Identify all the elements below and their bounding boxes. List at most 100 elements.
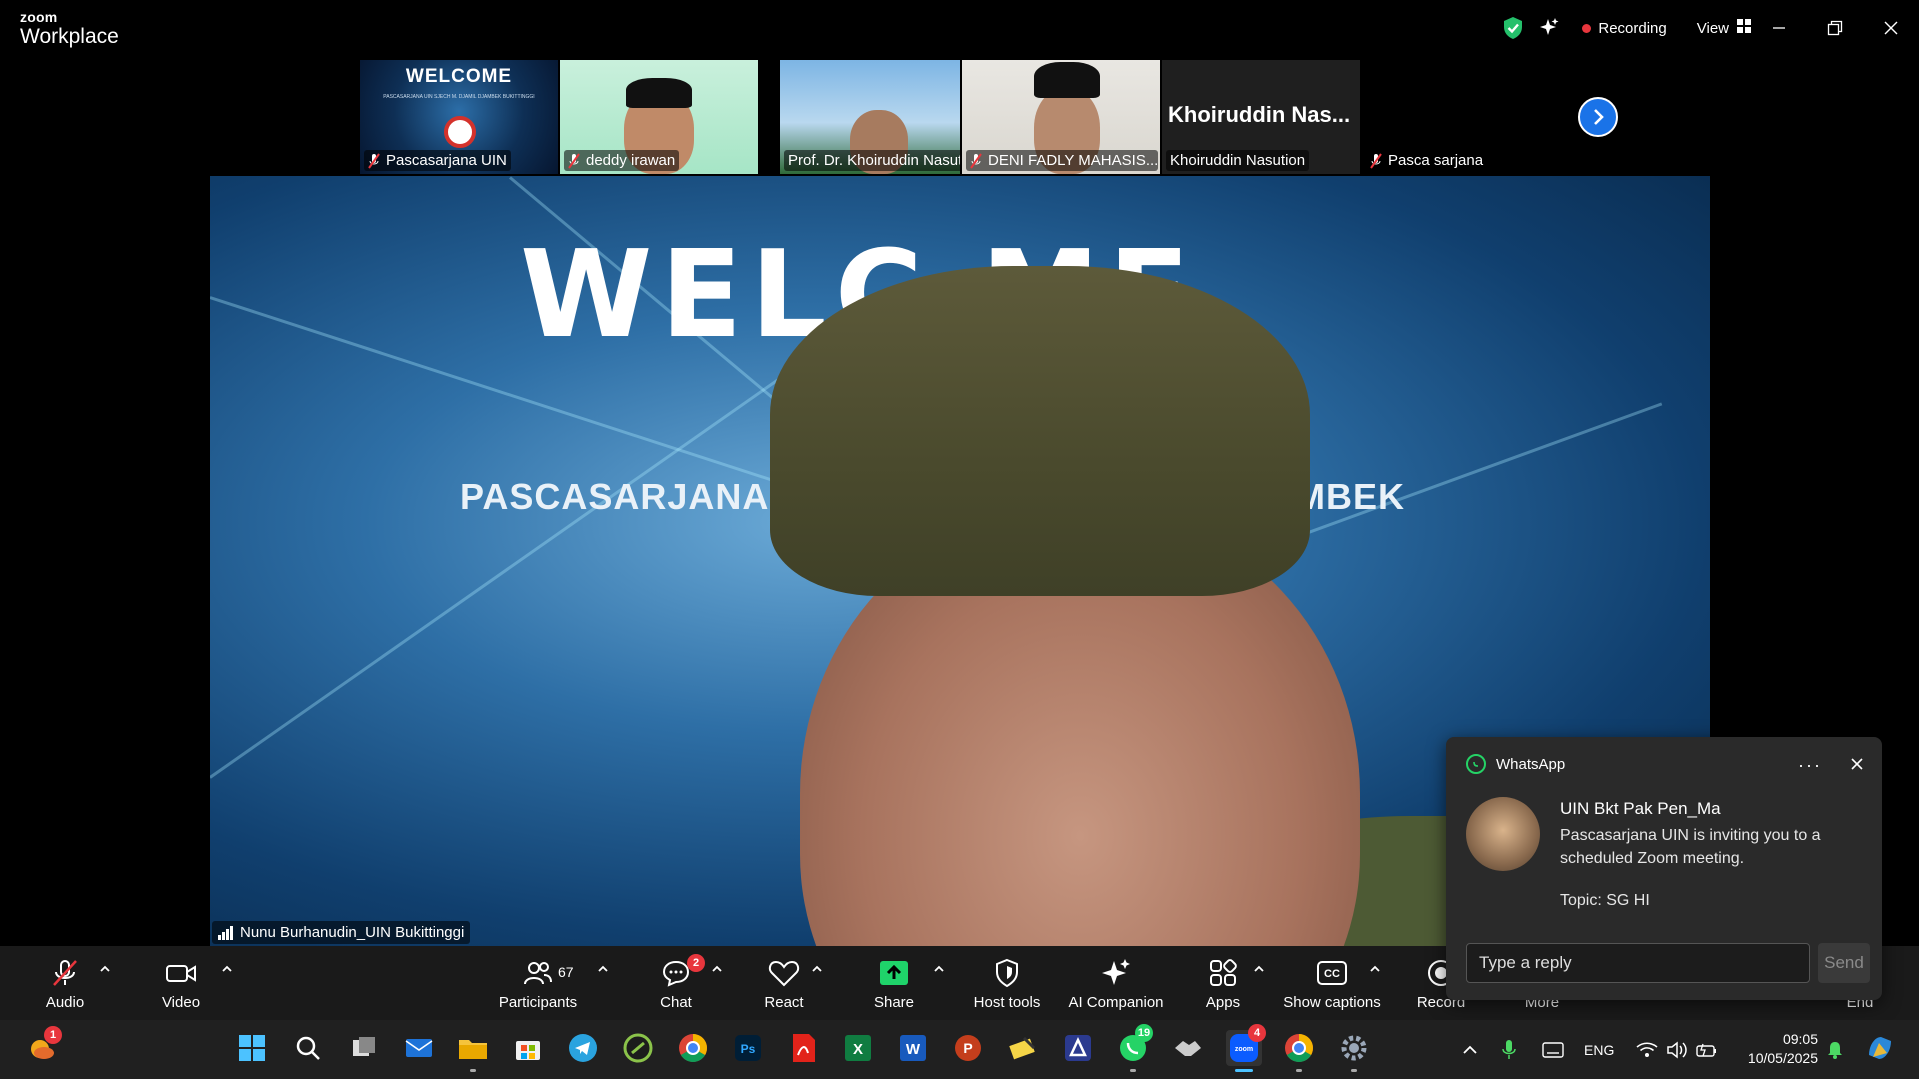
share-screen-icon xyxy=(878,956,910,990)
participant-avatar-text: Khoiruddin Nas... xyxy=(1168,102,1351,127)
participant-tile[interactable]: Pasca sarjana xyxy=(1362,60,1560,174)
weather-widget-icon[interactable]: 1 xyxy=(24,1026,62,1066)
share-button[interactable]: Share xyxy=(872,946,916,1020)
audio-label: Audio xyxy=(45,993,85,1011)
shield-check-icon[interactable] xyxy=(1498,13,1528,43)
svg-text:Ps: Ps xyxy=(741,1042,756,1056)
start-icon[interactable] xyxy=(234,1030,270,1066)
handshake-app-icon[interactable] xyxy=(1170,1030,1206,1066)
close-icon[interactable] xyxy=(1846,753,1868,775)
video-options-caret[interactable] xyxy=(220,962,234,976)
send-button[interactable]: Send xyxy=(1818,943,1870,983)
apps-label: Apps xyxy=(1205,993,1241,1011)
participant-tile[interactable]: Khoiruddin Nas... Khoiruddin Nasution xyxy=(1162,60,1360,174)
wifi-icon[interactable] xyxy=(1636,1020,1658,1079)
battery-icon[interactable] xyxy=(1696,1020,1718,1079)
participant-tile[interactable]: WELCOME PASCASARJANA UIN SJECH M. DJAMIL… xyxy=(360,60,558,174)
minimize-icon[interactable] xyxy=(1751,2,1807,54)
react-label: React xyxy=(764,993,804,1011)
participant-name: Prof. Dr. Khoiruddin Nasut... xyxy=(788,152,960,169)
participant-strip: WELCOME PASCASARJANA UIN SJECH M. DJAMIL… xyxy=(360,60,1562,174)
microsoft-store-icon[interactable] xyxy=(510,1030,546,1066)
recording-indicator[interactable]: Recording xyxy=(1582,19,1667,37)
participants-label: Participants xyxy=(498,993,578,1011)
participant-tile[interactable]: deddy irawan xyxy=(560,60,758,174)
notification-topic: Topic: SG HI xyxy=(1560,892,1650,909)
notification-bell-icon[interactable] xyxy=(1826,1020,1844,1079)
mail-icon[interactable] xyxy=(401,1030,437,1066)
react-button[interactable]: React xyxy=(762,946,806,1020)
language-indicator[interactable]: ENG xyxy=(1584,1020,1614,1079)
audio-button[interactable]: Audio xyxy=(42,946,88,1020)
show-hidden-icons[interactable] xyxy=(1462,1020,1478,1079)
chat-button[interactable]: 2 Chat xyxy=(656,946,705,1020)
clock-date: 10/05/2025 xyxy=(1747,1050,1818,1066)
host-tools-button[interactable]: Host tools xyxy=(970,946,1044,1020)
keyboard-icon[interactable] xyxy=(1542,1020,1564,1079)
participant-video-cap xyxy=(1034,62,1100,98)
apps-button[interactable]: Apps xyxy=(1204,946,1242,1020)
share-label: Share xyxy=(873,993,915,1011)
search-icon[interactable] xyxy=(290,1030,326,1066)
editor-app-icon[interactable] xyxy=(1005,1030,1041,1066)
active-window-indicator xyxy=(1235,1069,1253,1072)
word-icon[interactable]: W xyxy=(895,1030,931,1066)
zoom-icon[interactable]: zoom 4 xyxy=(1226,1024,1266,1072)
acrobat-icon[interactable] xyxy=(785,1030,821,1066)
task-view-icon[interactable] xyxy=(346,1030,382,1066)
heart-icon xyxy=(768,956,800,990)
file-explorer-icon[interactable] xyxy=(455,1030,491,1072)
view-button[interactable]: View xyxy=(1697,19,1751,37)
participant-tile[interactable]: Prof. Dr. Khoiruddin Nasut... xyxy=(780,60,960,174)
reply-input[interactable] xyxy=(1466,943,1810,983)
whatsapp-icon[interactable]: 19 xyxy=(1115,1024,1153,1072)
react-options-caret[interactable] xyxy=(810,962,824,976)
view-label: View xyxy=(1696,19,1729,37)
chrome-profile-icon[interactable] xyxy=(1281,1030,1317,1072)
recording-label: Recording xyxy=(1598,19,1667,37)
background-light-beam xyxy=(210,374,785,779)
muted-mic-icon xyxy=(568,152,580,169)
powerpoint-icon[interactable]: P xyxy=(950,1030,986,1066)
audio-options-caret[interactable] xyxy=(98,962,112,976)
participants-options-caret[interactable] xyxy=(596,962,610,976)
copilot-icon[interactable] xyxy=(1862,1030,1898,1066)
whatsapp-badge: 19 xyxy=(1135,1024,1153,1042)
apps-options-caret[interactable] xyxy=(1252,962,1266,976)
next-page-button[interactable] xyxy=(1578,97,1618,137)
windows-taskbar: 1 Ps X W P 19 zoom 4 ENG 09:05 10/05/202… xyxy=(0,1020,1919,1079)
shield-icon xyxy=(994,956,1020,990)
svg-text:X: X xyxy=(853,1041,863,1058)
signal-strength-icon xyxy=(218,925,234,940)
close-icon[interactable] xyxy=(1863,2,1919,54)
notification-message: Pascasarjana UIN is inviting you to a sc… xyxy=(1560,827,1821,867)
azure-icon[interactable] xyxy=(1060,1030,1096,1066)
vpn-app-icon[interactable] xyxy=(620,1030,656,1066)
participant-name-tag: Prof. Dr. Khoiruddin Nasut... xyxy=(784,150,960,171)
chat-options-caret[interactable] xyxy=(710,962,724,976)
show-captions-button[interactable]: CC Show captions xyxy=(1282,946,1382,1020)
telegram-icon[interactable] xyxy=(565,1030,601,1066)
notification-header: WhatsApp xyxy=(1466,754,1565,774)
system-clock[interactable]: 09:05 10/05/2025 xyxy=(1738,1030,1818,1068)
chat-unread-badge: 2 xyxy=(687,953,705,972)
captions-options-caret[interactable] xyxy=(1368,962,1382,976)
more-options-icon[interactable]: ··· xyxy=(1798,755,1822,776)
participant-tile[interactable]: DENI FADLY MAHASIS... xyxy=(962,60,1160,174)
excel-icon[interactable]: X xyxy=(840,1030,876,1066)
ai-companion-button[interactable]: AI Companion xyxy=(1066,946,1166,1020)
participant-name-tag: Khoiruddin Nasution xyxy=(1166,150,1310,171)
participants-button[interactable]: Participants xyxy=(496,946,580,1020)
sparkle-icon xyxy=(1100,956,1132,990)
video-button[interactable]: Video xyxy=(158,946,204,1020)
share-options-caret[interactable] xyxy=(932,962,946,976)
photoshop-icon[interactable]: Ps xyxy=(730,1030,766,1066)
chrome-icon[interactable] xyxy=(675,1030,711,1066)
microphone-tray-icon[interactable] xyxy=(1502,1020,1516,1079)
sparkle-icon[interactable] xyxy=(1534,13,1564,43)
restore-icon[interactable] xyxy=(1807,2,1863,54)
volume-icon[interactable] xyxy=(1666,1020,1688,1079)
muted-mic-icon xyxy=(368,152,380,169)
whatsapp-notification[interactable]: WhatsApp ··· UIN Bkt Pak Pen_Ma Pascasar… xyxy=(1446,737,1882,1000)
settings-icon[interactable] xyxy=(1336,1030,1372,1072)
